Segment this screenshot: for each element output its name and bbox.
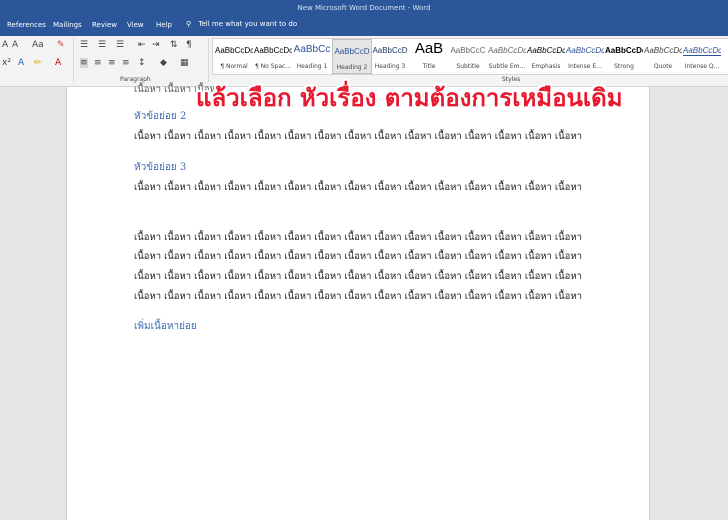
style-subtle-emphasis[interactable]: AaBbCcDc Subtle Em... bbox=[488, 39, 526, 72]
sort-icon[interactable]: ⇅ bbox=[170, 40, 178, 50]
style-no-spacing[interactable]: AaBbCcDc ¶ No Spac... bbox=[254, 39, 292, 72]
style-preview: AaBbCcDc bbox=[215, 46, 253, 55]
multilevel-list-icon[interactable]: ☰ bbox=[116, 40, 124, 50]
line-spacing-icon[interactable]: ↕ bbox=[138, 58, 146, 68]
style-name: Emphasis bbox=[531, 63, 561, 70]
heading-subtopic-3: หัวข้อย่อย 3 bbox=[134, 162, 187, 173]
style-preview: AaBbCcDc bbox=[254, 46, 292, 55]
style-name: Subtle Em... bbox=[488, 63, 526, 70]
body-text-line: เนื้อหา เนื้อหา เนื้อหา เนื้อหา เนื้อหา … bbox=[134, 291, 582, 302]
numbering-icon[interactable]: ☰ bbox=[98, 40, 106, 50]
body-text-line: เนื้อหา เนื้อหา เนื้อหา เนื้อหา เนื้อหา … bbox=[134, 232, 582, 243]
style-preview: AaBbCcDc bbox=[566, 46, 604, 55]
heading-subtopic-2: หัวข้อย่อย 2 bbox=[134, 111, 187, 122]
style-preview: AaBbCcD bbox=[372, 46, 408, 55]
style-name: Intense Q... bbox=[684, 63, 720, 70]
clear-format-icon[interactable]: ✎ bbox=[57, 40, 65, 50]
align-left-icon[interactable]: ≡ bbox=[80, 58, 88, 68]
style-name: Subtitle bbox=[456, 63, 480, 70]
style-name: Heading 3 bbox=[374, 63, 406, 70]
style-emphasis[interactable]: AaBbCcDc Emphasis bbox=[527, 39, 565, 72]
style-preview: AaBbCcC bbox=[450, 46, 486, 55]
style-preview: AaBbCc bbox=[293, 44, 331, 55]
body-text-line: เนื้อหา เนื้อหา เนื้อหา เนื้อหา เนื้อหา … bbox=[134, 251, 582, 262]
style-heading-1[interactable]: AaBbCc Heading 1 bbox=[293, 39, 331, 72]
tab-help[interactable]: Help bbox=[156, 21, 172, 29]
style-preview: AaBbCcDc bbox=[605, 46, 643, 55]
style-preview: AaBbCcDc bbox=[644, 46, 682, 55]
style-title[interactable]: AaB Title bbox=[410, 39, 448, 72]
style-preview: AaBbCcDc bbox=[488, 46, 526, 55]
style-preview: AaBbCcDc bbox=[683, 46, 721, 56]
increase-indent-icon[interactable]: ⇥ bbox=[152, 40, 160, 50]
style-name: Quote bbox=[653, 63, 673, 70]
tab-references[interactable]: References bbox=[7, 21, 46, 29]
body-text-line: เนื้อหา เนื้อหา เนื้อหา เนื้อหา เนื้อหา … bbox=[134, 271, 582, 282]
text-effects-icon[interactable]: A bbox=[18, 58, 24, 68]
styles-gallery: AaBbCcDc ¶ Normal AaBbCcDc ¶ No Spac... … bbox=[212, 38, 728, 75]
shading-icon[interactable]: ◆ bbox=[160, 58, 167, 68]
heading-new-subtopic: เพิ่มเนื้อหาย่อย bbox=[134, 321, 197, 332]
decrease-indent-icon[interactable]: ⇤ bbox=[138, 40, 146, 50]
group-separator bbox=[73, 38, 74, 82]
style-intense-quote[interactable]: AaBbCcDc Intense Q... bbox=[683, 39, 721, 72]
title-bar: New Microsoft Word Document - Word bbox=[0, 0, 728, 17]
style-name: Title bbox=[422, 63, 436, 70]
shrink-font-icon[interactable]: A bbox=[12, 40, 18, 50]
change-case-icon[interactable]: Aa bbox=[32, 40, 44, 50]
body-text-line: เนื้อหา เนื้อหา เนื้อหา เนื้อหา เนื้อหา … bbox=[134, 182, 582, 193]
tab-review[interactable]: Review bbox=[92, 21, 117, 29]
style-preview: AaB bbox=[414, 40, 444, 57]
instruction-overlay: แล้วเลือก หัวเรื่อง ตามต้องการเหมือนเดิม bbox=[196, 84, 623, 112]
borders-icon[interactable]: ▦ bbox=[180, 58, 189, 68]
style-preview: AaBbCcD bbox=[334, 47, 370, 56]
tell-me-search[interactable]: ⚲ Tell me what you want to do bbox=[186, 20, 297, 28]
window-title: New Microsoft Word Document - Word bbox=[297, 4, 431, 12]
align-right-icon[interactable]: ≡ bbox=[108, 58, 116, 68]
superscript-icon[interactable]: x² bbox=[2, 58, 11, 68]
justify-icon[interactable]: ≡ bbox=[122, 58, 130, 68]
tell-me-label: Tell me what you want to do bbox=[198, 20, 298, 28]
body-text-line: เนื้อหา เนื้อหา เนื้อหา เนื้อหา เนื้อหา … bbox=[134, 131, 582, 142]
grow-font-icon[interactable]: A bbox=[2, 40, 8, 50]
bullets-icon[interactable]: ☰ bbox=[80, 40, 88, 50]
style-name: Intense E... bbox=[568, 63, 602, 70]
style-name: Strong bbox=[614, 63, 634, 70]
lightbulb-icon: ⚲ bbox=[186, 20, 192, 28]
tab-view[interactable]: View bbox=[127, 21, 144, 29]
highlight-icon[interactable]: ✏ bbox=[34, 58, 42, 68]
style-name: Heading 1 bbox=[296, 63, 328, 70]
pilcrow-icon[interactable]: ¶ bbox=[186, 40, 192, 50]
style-heading-2[interactable]: AaBbCcD Heading 2 bbox=[332, 39, 372, 74]
tab-mailings[interactable]: Mailings bbox=[53, 21, 82, 29]
style-preview: AaBbCcDc bbox=[527, 46, 565, 55]
style-name: ¶ No Spac... bbox=[254, 63, 292, 70]
document-page[interactable]: เนื้อหา เนื้อหา เนื้อหา หัวข้อย่อย 2 เนื… bbox=[66, 84, 650, 520]
align-center-icon[interactable]: ≡ bbox=[94, 58, 102, 68]
style-name: ¶ Normal bbox=[220, 63, 248, 70]
style-heading-3[interactable]: AaBbCcD Heading 3 bbox=[371, 39, 409, 72]
style-strong[interactable]: AaBbCcDc Strong bbox=[605, 39, 643, 72]
ribbon-tabs: References Mailings Review View Help ⚲ T… bbox=[0, 17, 728, 36]
style-name: Heading 2 bbox=[336, 64, 368, 71]
style-quote[interactable]: AaBbCcDc Quote bbox=[644, 39, 682, 72]
style-subtitle[interactable]: AaBbCcC Subtitle bbox=[449, 39, 487, 72]
style-normal[interactable]: AaBbCcDc ¶ Normal bbox=[215, 39, 253, 72]
group-separator bbox=[208, 38, 209, 82]
font-color-icon[interactable]: A bbox=[55, 58, 61, 68]
style-intense-emphasis[interactable]: AaBbCcDc Intense E... bbox=[566, 39, 604, 72]
